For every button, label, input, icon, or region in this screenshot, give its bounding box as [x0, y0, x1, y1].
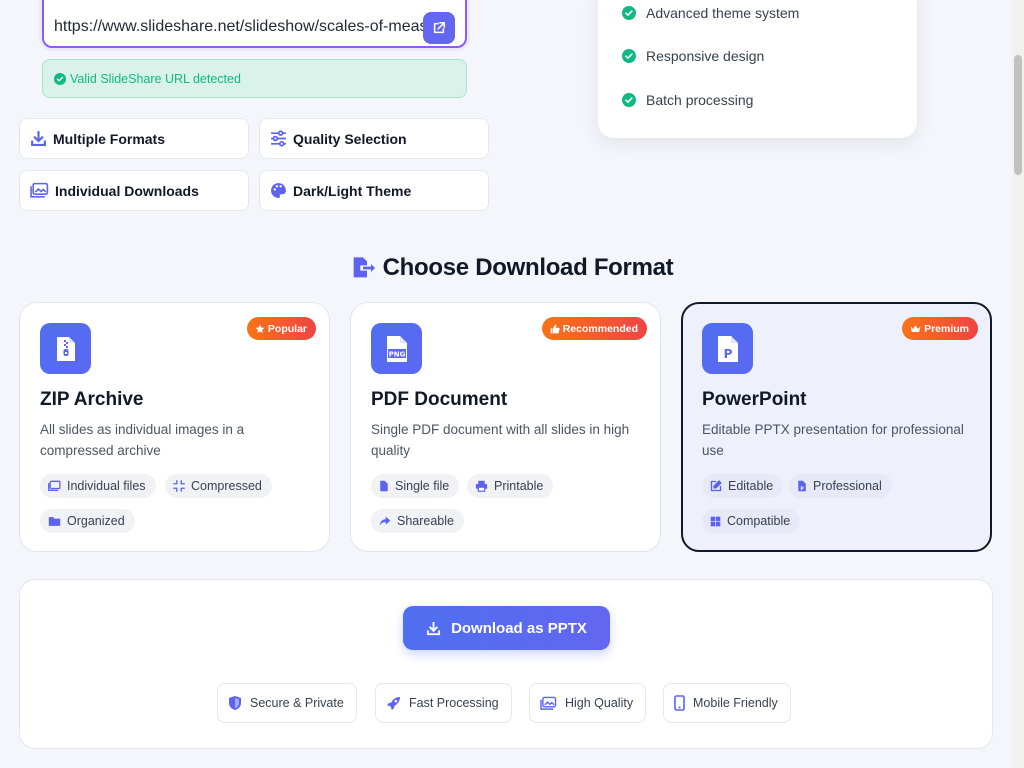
external-link-icon [433, 21, 446, 34]
check-circle-icon [622, 49, 636, 63]
format-description: Single PDF document with all slides in h… [371, 422, 630, 458]
rocket-icon [386, 696, 401, 711]
section-title: Choose Download Format [0, 250, 1024, 286]
download-button[interactable]: Download as PPTX [403, 606, 610, 650]
feature-individual-downloads: Individual Downloads [19, 170, 249, 211]
images-icon [540, 696, 557, 711]
download-icon [426, 621, 441, 636]
format-title: PowerPoint [702, 389, 807, 410]
trust-badge-fast: Fast Processing [375, 683, 512, 723]
format-tag: Printable [467, 474, 554, 498]
file-powerpoint-icon: P [797, 480, 807, 492]
format-tag: P Professional [789, 474, 892, 498]
share-icon [379, 515, 391, 527]
file-export-icon [351, 256, 375, 280]
format-tag: Organized [40, 509, 135, 533]
thumbs-up-icon [550, 324, 560, 334]
images-icon [48, 480, 61, 492]
feature-check-row: Batch processing [622, 92, 753, 108]
format-tag: Shareable [371, 509, 464, 533]
validation-message: Valid SlideShare URL detected [42, 59, 467, 98]
url-input[interactable] [54, 2, 423, 36]
format-card-pdf[interactable]: PNG Recommended PDF Document Single PDF … [350, 302, 661, 552]
popular-badge: Popular [246, 317, 316, 340]
format-description: All slides as individual images in a com… [40, 422, 245, 458]
feature-check-row: Responsive design [622, 48, 764, 64]
feature-dark-light-theme: Dark/Light Theme [259, 170, 489, 211]
images-icon [30, 182, 49, 199]
file-icon [379, 480, 389, 492]
download-panel: Download as PPTX Secure & Private Fast P… [19, 579, 993, 749]
mobile-icon [674, 695, 685, 711]
format-title: PDF Document [371, 389, 508, 410]
features-card: Advanced theme system Responsive design … [598, 0, 917, 138]
compress-icon [173, 480, 185, 492]
format-tag: Editable [702, 474, 784, 498]
windows-icon [710, 516, 721, 527]
pptx-file-icon: P [702, 323, 753, 374]
format-card-zip[interactable]: Popular ZIP Archive All slides as indivi… [19, 302, 330, 552]
zip-file-icon [40, 323, 91, 374]
trust-badge-quality: High Quality [529, 683, 647, 723]
format-title: ZIP Archive [40, 389, 144, 410]
trust-badge-secure: Secure & Private [217, 683, 357, 723]
folder-icon [48, 515, 61, 527]
feature-check-row: Advanced theme system [622, 5, 799, 21]
check-circle-icon [54, 72, 66, 85]
edit-icon [710, 480, 722, 492]
premium-badge: Premium [902, 317, 978, 340]
format-description: Editable PPTX presentation for professio… [702, 422, 964, 458]
star-icon [255, 324, 265, 334]
format-tag: Compatible [702, 509, 801, 533]
feature-multiple-formats: Multiple Formats [19, 118, 249, 159]
svg-text:P: P [723, 347, 732, 361]
palette-icon [270, 182, 287, 199]
sliders-icon [270, 130, 287, 147]
format-card-pptx[interactable]: P Premium PowerPoint Editable PPTX prese… [681, 302, 992, 552]
open-link-button[interactable] [423, 12, 455, 44]
url-input-wrapper [42, 0, 467, 48]
format-tag: Single file [371, 474, 460, 498]
recommended-badge: Recommended [541, 317, 647, 340]
printer-icon [475, 480, 488, 492]
check-circle-icon [622, 6, 636, 20]
crown-icon [910, 324, 921, 334]
validation-text: Valid SlideShare URL detected [70, 71, 241, 86]
format-tag: Compressed [165, 474, 272, 498]
shield-icon [228, 695, 242, 711]
feature-quality-selection: Quality Selection [259, 118, 489, 159]
svg-text:PNG: PNG [388, 350, 405, 358]
scrollbar-thumb[interactable] [1014, 55, 1022, 175]
trust-badge-mobile: Mobile Friendly [663, 683, 791, 723]
check-circle-icon [622, 93, 636, 107]
png-file-icon: PNG [371, 323, 422, 374]
download-icon [30, 130, 47, 147]
format-tag: Individual files [40, 474, 156, 498]
